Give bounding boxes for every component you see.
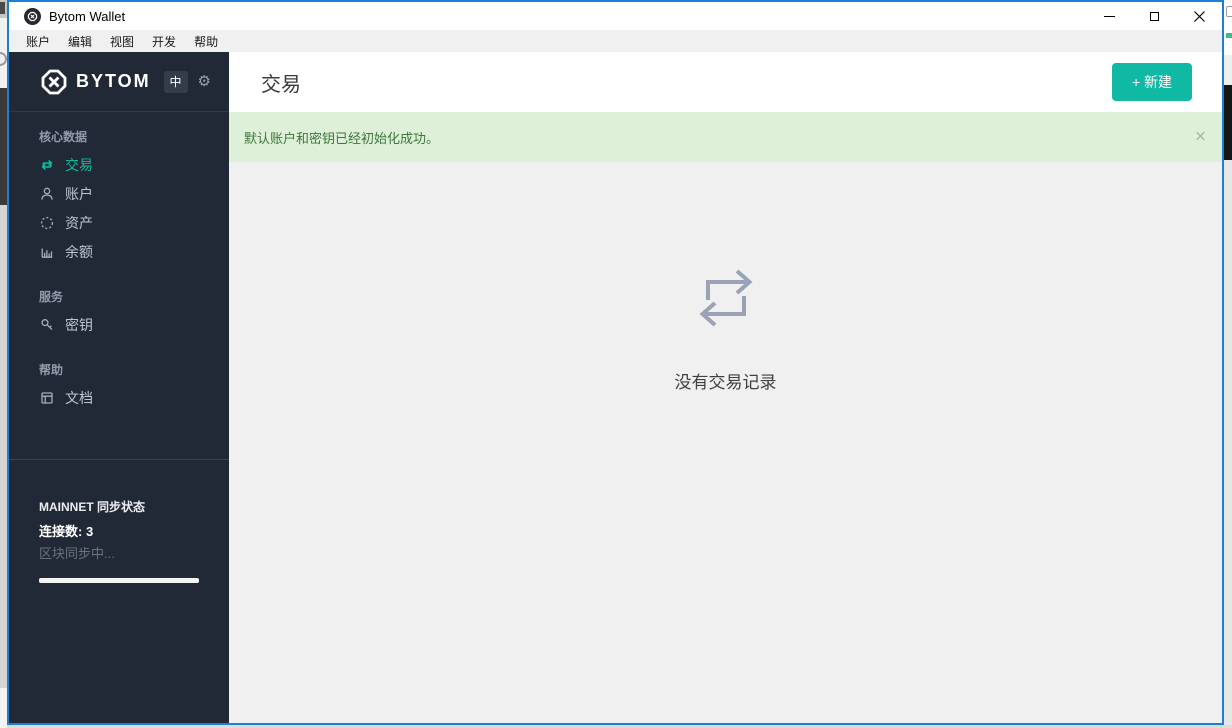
close-icon (1194, 10, 1205, 22)
sidebar-tools: 中 ⚙ (163, 70, 211, 93)
sidebar-item-accounts[interactable]: 账户 (39, 179, 229, 208)
menu-item-help[interactable]: 帮助 (185, 30, 227, 52)
sidebar-item-label: 交易 (65, 156, 93, 173)
network-sync-label: MAINNET 同步状态 (39, 500, 145, 514)
sidebar-item-transactions[interactable]: 交易 (39, 150, 229, 179)
maximize-icon (1150, 11, 1159, 21)
title-bar: Bytom Wallet (9, 2, 1222, 30)
window-controls (1087, 2, 1222, 30)
new-transaction-button[interactable]: + 新建 (1112, 63, 1192, 101)
page-header: 交易 + 新建 (229, 52, 1222, 112)
menu-item-develop[interactable]: 开发 (143, 30, 185, 52)
background-window-fragment (1226, 6, 1232, 17)
sidebar-item-assets[interactable]: 资产 (39, 208, 229, 237)
empty-state-message: 没有交易记录 (674, 373, 777, 392)
bytom-app-icon (24, 7, 41, 25)
nav-section-label: 服务 (39, 290, 64, 304)
nav-section-core-data: 核心数据 交易 账户 资产 余额 (39, 130, 229, 266)
menu-item-edit[interactable]: 编辑 (59, 30, 101, 52)
minimize-icon (1104, 15, 1115, 17)
sidebar-item-keys[interactable]: 密钥 (39, 310, 229, 339)
key-icon (39, 317, 55, 333)
app-window: Bytom Wallet 账户 编辑 视图 开发 帮助 BYTOM 中 ⚙ 核心… (7, 0, 1224, 725)
menu-bar: 账户 编辑 视图 开发 帮助 (9, 30, 1222, 52)
swap-arrows-icon (39, 157, 55, 173)
alert-message: 默认账户和密钥已经初始化成功。 (244, 130, 440, 146)
sidebar-item-label: 密钥 (65, 316, 93, 333)
gear-icon[interactable]: ⚙ (198, 74, 211, 89)
sidebar-brand-row: BYTOM 中 ⚙ (9, 52, 229, 112)
background-window-fragment (1224, 85, 1232, 160)
background-window-fragment (1226, 33, 1232, 38)
background-window-fragment (0, 205, 7, 688)
dotted-circle-icon (39, 215, 55, 231)
connections-label: 连接数: (39, 524, 83, 539)
language-toggle-button[interactable]: 中 (163, 70, 188, 93)
sync-status-panel: MAINNET 同步状态 连接数: 3 区块同步中... (9, 460, 229, 583)
transactions-swap-icon (692, 264, 760, 332)
connections-count: 连接数: 3 (39, 524, 199, 540)
menu-item-account[interactable]: 账户 (17, 30, 59, 52)
maximize-button[interactable] (1132, 2, 1177, 30)
sidebar: BYTOM 中 ⚙ 核心数据 交易 账户 资产 余额 服务 密钥 帮助 文档 M… (9, 52, 229, 723)
background-window-fragment (1224, 55, 1232, 85)
transactions-empty-state: 没有交易记录 (229, 162, 1222, 723)
sidebar-item-balances[interactable]: 余额 (39, 237, 229, 266)
nav-section-label: 核心数据 (39, 130, 88, 144)
sync-status-text: 区块同步中... (39, 546, 115, 561)
background-window-fragment (0, 2, 5, 14)
connections-value: 3 (85, 524, 94, 539)
minimize-button[interactable] (1087, 2, 1132, 30)
main-area: 交易 + 新建 默认账户和密钥已经初始化成功。 × 没有交易记录 (229, 52, 1222, 723)
screen: Bytom Wallet 账户 编辑 视图 开发 帮助 BYTOM 中 ⚙ 核心… (0, 0, 1232, 728)
sync-progress-bar (39, 578, 199, 583)
sidebar-item-label: 资产 (65, 214, 93, 231)
sidebar-nav: 核心数据 交易 账户 资产 余额 服务 密钥 帮助 文档 (9, 112, 229, 436)
background-window-fragment (0, 688, 7, 728)
nav-section-services: 服务 密钥 (39, 290, 229, 339)
sidebar-item-label: 文档 (65, 389, 93, 406)
sync-progress-fill (39, 578, 199, 583)
sidebar-item-label: 账户 (65, 185, 93, 202)
nav-section-label: 帮助 (39, 363, 64, 377)
document-icon (39, 390, 55, 406)
background-window-fragment (0, 88, 7, 205)
bytom-knot-icon (41, 69, 67, 94)
menu-item-view[interactable]: 视图 (101, 30, 143, 52)
brand-wordmark: BYTOM (76, 71, 151, 91)
nav-section-help: 帮助 文档 (39, 363, 229, 412)
success-alert: 默认账户和密钥已经初始化成功。 × (229, 112, 1222, 162)
background-window-fragment (1224, 160, 1232, 728)
sidebar-item-label: 余额 (65, 243, 93, 260)
alert-close-icon[interactable]: × (1195, 128, 1206, 147)
sidebar-item-docs[interactable]: 文档 (39, 383, 229, 412)
person-icon (39, 186, 55, 202)
close-button[interactable] (1177, 2, 1222, 30)
bytom-logo: BYTOM (39, 67, 151, 97)
bar-chart-icon (39, 244, 55, 260)
window-title: Bytom Wallet (49, 8, 126, 24)
window-content: BYTOM 中 ⚙ 核心数据 交易 账户 资产 余额 服务 密钥 帮助 文档 M… (9, 52, 1222, 723)
page-title: 交易 (261, 73, 301, 96)
